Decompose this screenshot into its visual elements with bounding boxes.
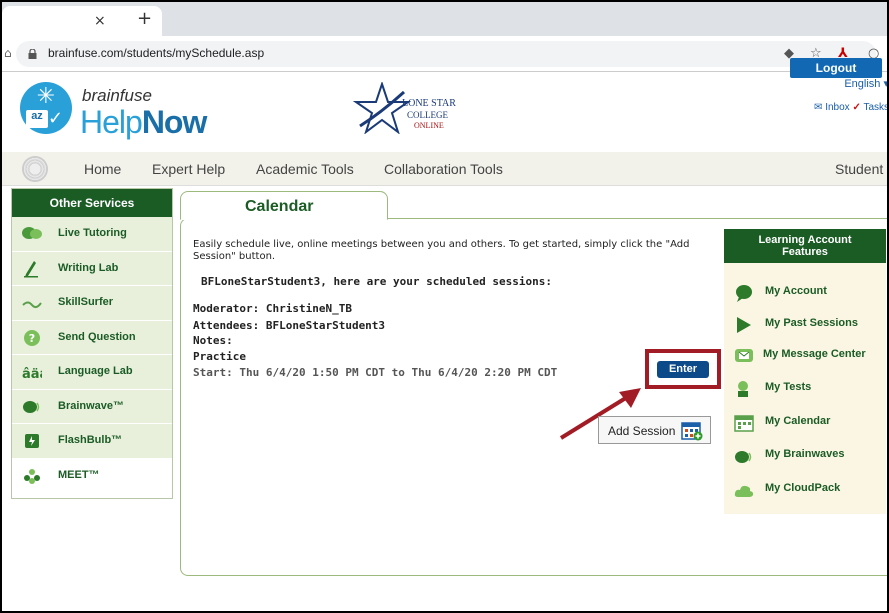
sidebar-item-live-tutoring[interactable]: Live Tutoring <box>12 217 172 252</box>
language-icon: âäå <box>22 367 42 381</box>
add-session-button[interactable]: Add Session <box>598 416 711 444</box>
svg-text:âäå: âäå <box>22 367 42 381</box>
play-icon <box>737 317 751 333</box>
inbox-link[interactable]: Inbox <box>825 102 849 113</box>
sidebar-item-skillsurfer[interactable]: SkillSurfer <box>12 286 172 321</box>
my-brainwaves-link[interactable]: My Brainwaves <box>765 448 844 460</box>
skillsurfer-icon <box>22 301 42 309</box>
sidebar-item-label: MEET™ <box>58 468 100 481</box>
sidebar-item-label: Send Question <box>58 330 136 343</box>
other-services-sidebar: Other Services Live Tutoring Writing Lab… <box>11 188 173 499</box>
az-icon: az <box>26 110 48 128</box>
session-time: Start: Thu 6/4/20 1:50 PM CDT to Thu 6/4… <box>193 366 558 379</box>
learning-account-title-line2: Features <box>782 246 828 258</box>
sidebar-item-label: Language Lab <box>58 365 133 377</box>
main-nav: Home Expert Help Academic Tools Collabor… <box>2 152 887 186</box>
my-account-link[interactable]: My Account <box>765 285 827 297</box>
cloud-icon <box>734 485 754 497</box>
sidebar-item-label: Brainwave™ <box>58 399 125 412</box>
nav-user-menu[interactable]: Student ▾ <box>835 161 887 178</box>
brainwave-icon <box>23 400 40 413</box>
close-tab-icon[interactable]: × <box>94 13 106 29</box>
home-icon[interactable]: ⌂ <box>4 46 12 60</box>
brainwaves-icon <box>735 451 752 463</box>
my-past-sessions-link[interactable]: My Past Sessions <box>765 317 858 329</box>
brainfuse-logo[interactable]: ✳ az ✓ <box>20 82 72 134</box>
partner-name-line3: ONLINE <box>414 121 444 130</box>
tasks-check-icon: ✓ <box>852 102 861 113</box>
account-bubble-icon <box>736 285 752 302</box>
my-message-center-link[interactable]: My Message Center <box>763 348 866 360</box>
inbox-tasks-row: ✉ Inbox ✓ Tasks <box>814 102 887 113</box>
tasks-link[interactable]: Tasks <box>863 102 887 113</box>
lock-icon <box>28 49 37 59</box>
mail-icon[interactable]: ✉ <box>814 102 822 113</box>
session-title: Practice <box>193 350 246 363</box>
meet-icon <box>24 468 40 484</box>
intro-text: Easily schedule live, online meetings be… <box>193 239 690 262</box>
partner-name-line2: COLLEGE <box>407 110 448 120</box>
checkmark-icon: ✓ <box>48 108 64 129</box>
writing-icon <box>24 260 38 277</box>
browser-window: × + ⌂ brainfuse.com/students/mySchedule.… <box>0 0 889 613</box>
brand-helpnow: HelpNow <box>80 104 208 141</box>
add-session-label: Add Session <box>608 424 676 438</box>
my-tests-link[interactable]: My Tests <box>765 381 811 393</box>
tab-calendar[interactable]: Calendar <box>180 191 388 220</box>
url-text: brainfuse.com/students/mySchedule.asp <box>48 46 265 60</box>
logout-button[interactable]: Logout <box>790 58 882 78</box>
learning-account-panel: Learning Account Features My Account My … <box>724 229 886 514</box>
nav-expert-help[interactable]: Expert Help <box>152 161 225 177</box>
nav-collaboration-tools[interactable]: Collaboration Tools <box>384 161 503 177</box>
tests-icon <box>738 381 748 397</box>
sidebar-item-label: Writing Lab <box>58 261 119 274</box>
tutoring-icon <box>22 227 42 239</box>
my-cloudpack-link[interactable]: My CloudPack <box>765 482 840 494</box>
calendar-icon <box>734 415 754 432</box>
brainfuse-watermark-icon <box>22 156 48 182</box>
calendar-add-icon <box>681 422 703 441</box>
my-calendar-link[interactable]: My Calendar <box>765 415 830 427</box>
sidebar-item-brainwave[interactable]: Brainwave™ <box>12 389 172 424</box>
svg-text:?: ? <box>29 332 35 345</box>
enter-button[interactable]: Enter <box>657 361 709 378</box>
tab-calendar-label: Calendar <box>245 198 314 215</box>
nav-academic-tools[interactable]: Academic Tools <box>256 161 354 177</box>
address-bar: ⌂ brainfuse.com/students/mySchedule.asp … <box>2 36 887 72</box>
sidebar-item-flashbulb[interactable]: FlashBulb™ <box>12 424 172 459</box>
notes-line: Notes: <box>193 334 233 347</box>
brand-help: Help <box>80 104 143 140</box>
sidebar-item-language-lab[interactable]: âäå Language Lab <box>12 355 172 390</box>
partner-name-line1: LONE STAR <box>402 98 456 109</box>
sidebar-item-meet[interactable]: MEET™ <box>12 458 172 493</box>
question-icon: ? <box>24 329 40 346</box>
brand-now: Now <box>141 104 208 140</box>
new-tab-button[interactable]: + <box>137 8 152 29</box>
moderator-line: Moderator: ChristineN_TB <box>193 302 352 315</box>
sidebar-item-send-question[interactable]: ? Send Question <box>12 320 172 355</box>
sidebar-item-label: SkillSurfer <box>58 296 114 308</box>
message-icon <box>735 349 753 362</box>
sidebar-item-label: FlashBulb™ <box>58 434 123 446</box>
sidebar-item-writing-lab[interactable]: Writing Lab <box>12 251 172 286</box>
site-header: ✳ az ✓ brainfuse HelpNow LONE STAR COLLE… <box>2 72 887 152</box>
tab-bar: × + <box>2 2 887 36</box>
attendees-line: Attendees: BFLoneStarStudent3 <box>193 319 386 332</box>
learning-account-title-line1: Learning Account <box>758 234 852 246</box>
sidebar-item-label: Live Tutoring <box>58 227 127 239</box>
learning-account-title: Learning Account Features <box>724 229 886 263</box>
language-select[interactable]: English ▾ <box>844 77 887 90</box>
sessions-greeting: BFLoneStarStudent3, here are your schedu… <box>201 275 552 288</box>
brand-small-text: brainfuse <box>82 86 152 105</box>
sidebar-title: Other Services <box>12 189 172 217</box>
nav-home[interactable]: Home <box>84 161 121 177</box>
flashbulb-icon <box>25 434 39 448</box>
